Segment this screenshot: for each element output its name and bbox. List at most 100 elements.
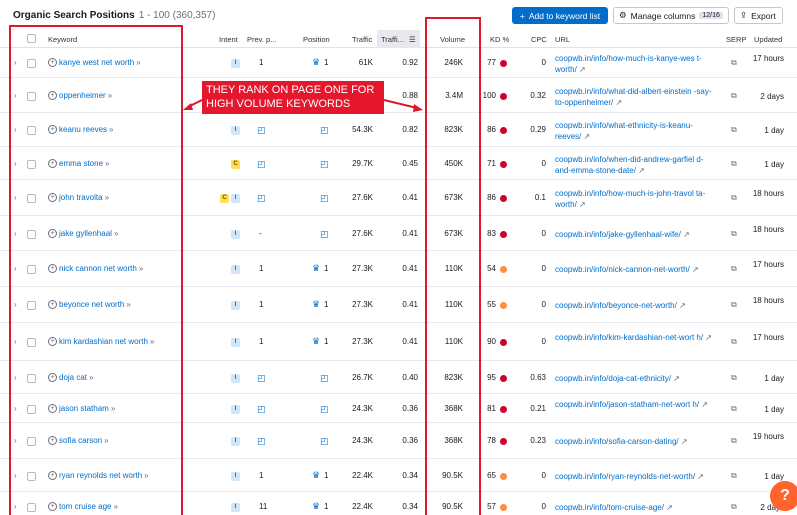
row-checkbox[interactable] [27,126,36,135]
keyword-link[interactable]: + oppenheimer» [48,91,112,100]
keyword-link[interactable]: + nick cannon net worth» [48,264,143,273]
add-keyword-icon[interactable]: + [48,337,57,346]
external-link-icon[interactable]: ↗ [679,437,688,446]
url-link[interactable]: coopwb.in/info/sofia-carson-dating/ ↗ [555,436,715,447]
expand-chevron-icon[interactable]: › [14,436,17,445]
external-link-icon[interactable]: ↗ [677,301,686,310]
expand-chevron-icon[interactable]: › [14,229,17,238]
add-keyword-icon[interactable]: + [48,502,57,511]
row-checkbox[interactable] [27,160,36,169]
expand-chevron-icon[interactable]: › [14,471,17,480]
add-keyword-icon[interactable]: + [48,373,57,382]
row-checkbox[interactable] [27,374,36,383]
col-updated[interactable]: Updated [754,35,782,44]
serp-preview-icon[interactable]: ⧉ [731,373,737,383]
keyword-details-icon[interactable]: » [105,193,109,202]
keyword-link[interactable]: + john travolta» [48,193,109,202]
col-traffic-percent[interactable]: Traffi... [381,35,404,44]
keyword-link[interactable]: + keanu reeves» [48,125,113,134]
row-checkbox[interactable] [27,301,36,310]
sort-icon[interactable]: ☰ [409,35,416,44]
keyword-details-icon[interactable]: » [108,91,112,100]
row-checkbox[interactable] [27,405,36,414]
url-link[interactable]: coopwb.in/info/ryan-reynolds-net-worth/ … [555,471,715,482]
add-keyword-icon[interactable]: + [48,58,57,67]
table-row[interactable]: › + emma stone» C ◰ ◰ 29.7K 0.45 450K 71 0 coopwb.i… [0,147,797,180]
serp-preview-icon[interactable]: ⧉ [731,502,737,512]
keyword-details-icon[interactable]: » [113,502,117,511]
expand-chevron-icon[interactable]: › [14,404,17,413]
serp-preview-icon[interactable]: ⧉ [731,229,737,239]
row-checkbox[interactable] [27,59,36,68]
external-link-icon[interactable]: ↗ [577,200,586,209]
external-link-icon[interactable]: ↗ [581,132,590,141]
row-checkbox[interactable] [27,92,36,101]
col-position[interactable]: Position [303,35,330,44]
col-serp[interactable]: SERP [726,35,746,44]
url-link[interactable]: coopwb.in/info/kim-kardashian-net-wort h… [555,332,715,343]
url-link[interactable]: coopwb.in/info/nick-cannon-net-worth/ ↗ [555,264,715,275]
keyword-link[interactable]: + jake gyllenhaal» [48,229,118,238]
external-link-icon[interactable]: ↗ [690,265,699,274]
add-keyword-icon[interactable]: + [48,471,57,480]
keyword-details-icon[interactable]: » [114,229,118,238]
row-checkbox[interactable] [27,265,36,274]
url-link[interactable]: coopwb.in/info/jason-statham-net-wort h/… [555,399,715,410]
manage-columns-button[interactable]: ⚙ Manage columns 12/16 [613,7,729,24]
serp-preview-icon[interactable]: ⧉ [731,193,737,203]
keyword-details-icon[interactable]: » [126,300,130,309]
keyword-details-icon[interactable]: » [139,264,143,273]
table-row[interactable]: › + ryan reynolds net worth» I 1 ♛ 1 22.4K 0.34 9… [0,459,797,492]
table-row[interactable]: › + jake gyllenhaal» I - ◰ 27.6K 0.41 673K 83 0 coo… [0,216,797,251]
serp-preview-icon[interactable]: ⧉ [731,125,737,135]
row-checkbox[interactable] [27,437,36,446]
export-button[interactable]: ⇪ Export [734,7,783,24]
keyword-link[interactable]: + jason statham» [48,404,115,413]
table-row[interactable]: › + tom cruise age» I 11 ♛ 1 22.4K 0.34 90.5K 57 0 c… [0,492,797,515]
keyword-link[interactable]: + ryan reynolds net worth» [48,471,149,480]
url-link[interactable]: coopwb.in/info/what-ethnicity-is-keanu- … [555,120,715,142]
serp-preview-icon[interactable]: ⧉ [731,159,737,169]
table-row[interactable]: › + sofia carson» I ◰ ◰ 24.3K 0.36 368K 78 0.23 coo… [0,423,797,459]
expand-chevron-icon[interactable]: › [14,264,17,273]
keyword-details-icon[interactable]: » [105,159,109,168]
help-button[interactable]: ? [770,481,797,511]
expand-chevron-icon[interactable]: › [14,125,17,134]
add-keyword-icon[interactable]: + [48,91,57,100]
table-row[interactable]: › + john travolta» C I ◰ ◰ 27.6K 0.41 673K 86 0.1 co… [0,180,797,216]
add-keyword-icon[interactable]: + [48,193,57,202]
table-row[interactable]: › + nick cannon net worth» I 1 ♛ 1 27.3K 0.41 110… [0,251,797,287]
external-link-icon[interactable]: ↗ [695,472,704,481]
add-keyword-icon[interactable]: + [48,159,57,168]
keyword-details-icon[interactable]: » [104,436,108,445]
url-link[interactable]: coopwb.in/info/tom-cruise-age/ ↗ [555,502,715,513]
select-all-checkbox[interactable] [27,34,36,43]
table-row[interactable]: › + jason statham» I ◰ ◰ 24.3K 0.36 368K 81 0.21 co… [0,394,797,423]
keyword-link[interactable]: + kanye west net worth» [48,58,141,67]
expand-chevron-icon[interactable]: › [14,373,17,382]
row-checkbox[interactable] [27,472,36,481]
col-cpc[interactable]: CPC [531,35,547,44]
external-link-icon[interactable]: ↗ [703,333,712,342]
row-checkbox[interactable] [27,338,36,347]
keyword-link[interactable]: + doja cat» [48,373,93,382]
url-link[interactable]: coopwb.in/info/what-did-albert-einstein … [555,86,715,108]
add-to-keyword-list-button[interactable]: + Add to keyword list [512,7,608,24]
expand-chevron-icon[interactable]: › [14,300,17,309]
external-link-icon[interactable]: ↗ [699,400,708,409]
serp-preview-icon[interactable]: ⧉ [731,404,737,414]
url-link[interactable]: coopwb.in/info/how-much-is-kanye-wes t-w… [555,53,715,75]
add-keyword-icon[interactable]: + [48,264,57,273]
external-link-icon[interactable]: ↗ [636,166,645,175]
col-traffic[interactable]: Traffic [352,35,372,44]
table-row[interactable]: › + kanye west net worth» I 1 ♛ 1 61K 0.92 246K 77… [0,48,797,78]
serp-preview-icon[interactable]: ⧉ [731,300,737,310]
table-row[interactable]: › + keanu reeves» I ◰ ◰ 54.3K 0.82 823K 86 0.29 coo… [0,113,797,147]
keyword-details-icon[interactable]: » [136,58,140,67]
col-kd[interactable]: KD % [490,35,509,44]
serp-preview-icon[interactable]: ⧉ [731,58,737,68]
external-link-icon[interactable]: ↗ [613,98,622,107]
col-url[interactable]: URL [555,35,570,44]
keyword-details-icon[interactable]: » [89,373,93,382]
row-checkbox[interactable] [27,503,36,512]
